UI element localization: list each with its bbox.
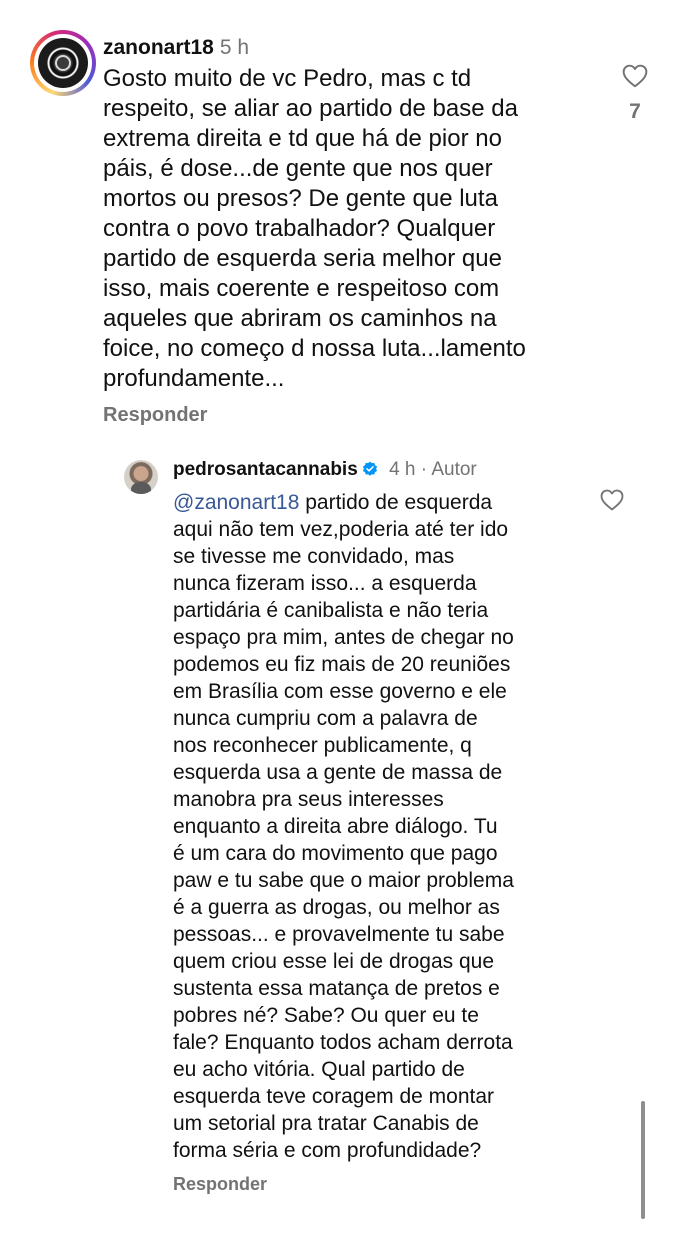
comment-text: Gosto muito de vc Pedro, mas c td respei… xyxy=(103,65,526,392)
comment-username[interactable]: zanonart18 xyxy=(103,36,214,59)
comment-timestamp: 4 h xyxy=(389,459,416,480)
story-ring-avatar[interactable] xyxy=(30,30,96,96)
meta-separator: · xyxy=(420,459,428,480)
reply-text: partido de esquerda aqui não tem vez,pod… xyxy=(173,491,514,1162)
comment-meta: pedrosantacannabis 4 h · Autor xyxy=(173,458,573,482)
comment-username[interactable]: pedrosantacannabis xyxy=(173,459,358,480)
author-tag: Autor xyxy=(431,459,477,480)
avatar-image xyxy=(38,38,88,88)
scrollbar[interactable] xyxy=(641,1101,645,1219)
comment-body: pedrosantacannabis 4 h · Autor @zanonart… xyxy=(173,458,573,1195)
avatar[interactable] xyxy=(124,460,158,494)
comment-text: @zanonart18 partido de esquerda aqui não… xyxy=(173,489,573,1164)
reply-button[interactable]: Responder xyxy=(103,404,207,427)
heart-outline-icon[interactable] xyxy=(622,64,648,88)
comment-timestamp: 5 h xyxy=(219,36,250,59)
reply-button[interactable]: Responder xyxy=(173,1174,267,1195)
comment-body: zanonart18 5 h Gosto muito de vc Pedro, m… xyxy=(103,36,603,427)
mention-link[interactable]: @zanonart18 xyxy=(173,491,299,514)
verified-badge-icon xyxy=(362,461,377,476)
like-column: 7 xyxy=(622,64,648,124)
comment-meta: zanonart18 5 h xyxy=(103,36,603,60)
like-count: 7 xyxy=(629,100,641,123)
like-column xyxy=(600,489,624,511)
heart-outline-icon[interactable] xyxy=(600,489,624,511)
